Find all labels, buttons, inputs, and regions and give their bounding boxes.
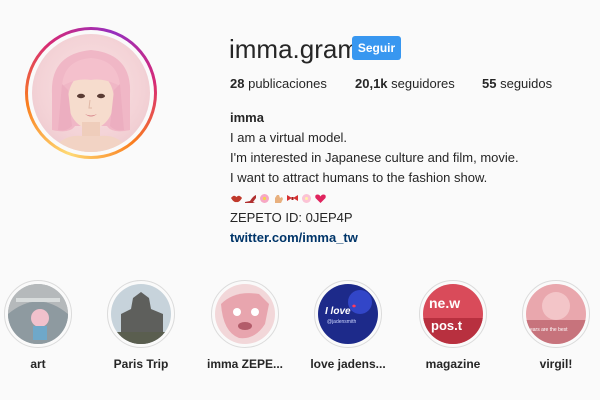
- highlight-label: imma ZEPE...: [206, 357, 284, 371]
- highlight-item[interactable]: imma ZEPE...: [195, 280, 295, 371]
- bio-emoji-row: [230, 188, 519, 208]
- highlight-cover-subtext: @jadensmith: [327, 319, 356, 325]
- profile-avatar[interactable]: [32, 34, 150, 152]
- followers-stat[interactable]: 20,1k seguidores: [355, 76, 455, 91]
- highlight-item[interactable]: art: [0, 280, 88, 371]
- highlight-label: art: [30, 357, 46, 371]
- followers-label: seguidores: [391, 76, 455, 91]
- highlight-item[interactable]: ne.w pos.t magazine: [403, 280, 503, 371]
- highlight-cover: [215, 284, 275, 344]
- following-stat[interactable]: 55 seguidos: [482, 76, 552, 91]
- bio-zepeto-id: ZEPETO ID: 0JEP4P: [230, 210, 353, 225]
- highlight-ring: [107, 280, 175, 348]
- highlight-label: Paris Trip: [113, 357, 169, 371]
- profile-stats: 28 publicaciones 20,1k seguidores 55 seg…: [230, 76, 560, 94]
- followers-count: 20,1k: [355, 76, 388, 91]
- story-highlights: art Paris Trip imma ZEPE... I love @jade…: [0, 280, 600, 380]
- highlight-cover-text: ne.w: [429, 295, 460, 311]
- hand-icon: [275, 194, 283, 203]
- bow-icon: [287, 194, 298, 201]
- profile-bio: imma I am a virtual model. I'm intereste…: [230, 108, 519, 248]
- posts-count: 28: [230, 76, 245, 91]
- highlight-item[interactable]: Paris Trip: [91, 280, 191, 371]
- highlight-cover: ne.w pos.t: [423, 284, 483, 344]
- highlight-cover-text: I love: [325, 306, 351, 317]
- highlight-label: virgil!: [539, 357, 573, 371]
- highlight-cover-subtext: pos.t: [431, 318, 463, 333]
- flower-icon: [260, 193, 269, 203]
- highlight-item[interactable]: ears are the best virgil!: [506, 280, 600, 371]
- highlight-cover: [111, 284, 171, 344]
- bio-line-1: I am a virtual model.: [230, 130, 348, 145]
- highlight-cover: I love @jadensmith: [318, 284, 378, 344]
- blossom-icon: [302, 193, 311, 203]
- highlight-ring: [4, 280, 72, 348]
- heart-icon: [315, 194, 326, 203]
- posts-label: publicaciones: [248, 76, 327, 91]
- highlight-cover-text: ears are the best: [530, 327, 568, 333]
- bio-link[interactable]: twitter.com/imma_tw: [230, 228, 519, 248]
- bio-line-2: I'm interested in Japanese culture and f…: [230, 150, 519, 165]
- highlight-cover: ears are the best: [526, 284, 586, 344]
- highlight-label: magazine: [425, 357, 481, 371]
- following-label: seguidos: [500, 76, 553, 91]
- highlight-ring: ears are the best: [522, 280, 590, 348]
- avatar-portrait: [51, 50, 131, 152]
- highlight-ring: ne.w pos.t: [419, 280, 487, 348]
- avatar-frame: [28, 30, 154, 156]
- follow-button[interactable]: Seguir: [352, 36, 401, 60]
- heels-icon: [245, 194, 256, 203]
- highlight-ring: I love @jadensmith: [314, 280, 382, 348]
- bio-name: imma: [230, 110, 264, 125]
- posts-stat[interactable]: 28 publicaciones: [230, 76, 327, 91]
- highlight-cover: [8, 284, 68, 344]
- highlight-item[interactable]: I love @jadensmith love jadens...: [298, 280, 398, 371]
- highlight-label: love jadens...: [310, 357, 386, 371]
- highlight-ring: [211, 280, 279, 348]
- bio-line-3: I want to attract humans to the fashion …: [230, 170, 488, 185]
- profile-username: imma.gram: [229, 34, 360, 64]
- profile-avatar-ring[interactable]: [25, 27, 157, 159]
- lips-icon: [231, 195, 242, 202]
- following-count: 55: [482, 76, 497, 91]
